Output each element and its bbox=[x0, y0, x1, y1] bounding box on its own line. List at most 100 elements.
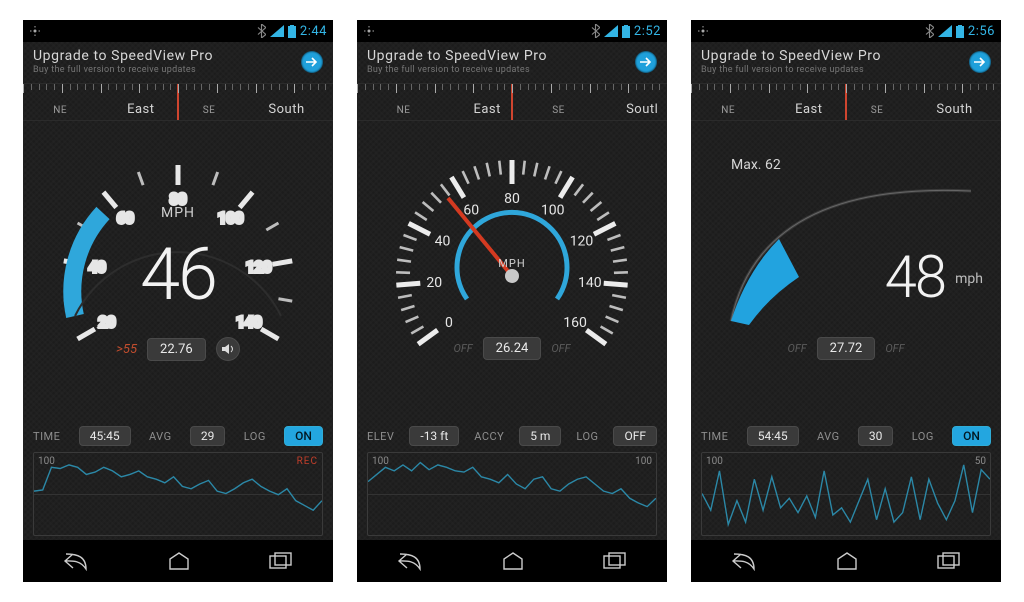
upgrade-banner[interactable]: Upgrade to SpeedView Pro Buy the full ve… bbox=[691, 42, 1001, 79]
unit-label: mph bbox=[955, 271, 983, 287]
odometer-pill[interactable]: 27.72 bbox=[817, 337, 876, 360]
svg-text:0: 0 bbox=[445, 315, 453, 331]
android-status-bar: 2:52 bbox=[357, 20, 667, 42]
off-right-ghost: OFF bbox=[551, 342, 570, 355]
svg-text:160: 160 bbox=[563, 315, 587, 331]
odometer-pill[interactable]: 22.76 bbox=[147, 338, 206, 361]
svg-text:60: 60 bbox=[117, 209, 134, 227]
horn-icon[interactable] bbox=[216, 337, 240, 361]
bluetooth-icon bbox=[257, 24, 266, 38]
speedometer-gauge[interactable]: 20406080100120140 MPH 46 >55 22.76 bbox=[23, 121, 333, 422]
speed-history-chart[interactable]: 100 100 bbox=[367, 452, 657, 536]
stat-a-value[interactable]: 45:45 bbox=[79, 426, 131, 446]
stat-b-value[interactable]: 5 m bbox=[519, 426, 561, 446]
stat-b-label: ACCY bbox=[474, 430, 504, 443]
battery-icon bbox=[622, 25, 630, 38]
battery-icon bbox=[956, 25, 964, 38]
nav-home-button[interactable] bbox=[502, 551, 524, 571]
phone-screenshot-3: 2:56 Upgrade to SpeedView Pro Buy the fu… bbox=[691, 20, 1001, 582]
upgrade-subtitle: Buy the full version to receive updates bbox=[33, 65, 213, 75]
nav-home-button[interactable] bbox=[836, 551, 858, 571]
svg-text:140: 140 bbox=[578, 275, 602, 291]
compass-label: South bbox=[936, 102, 972, 117]
nav-back-button[interactable] bbox=[397, 551, 423, 571]
compass-label: SE bbox=[552, 105, 565, 116]
stat-a-value[interactable]: 54:45 bbox=[747, 426, 799, 446]
svg-text:80: 80 bbox=[504, 191, 520, 207]
off-left-ghost: OFF bbox=[788, 342, 807, 355]
speed-history-chart[interactable]: 100 50 bbox=[701, 452, 991, 536]
speedometer-gauge[interactable]: 020406080100120140160 MPH OFF 26.24 OFF bbox=[357, 121, 667, 422]
upgrade-subtitle: Buy the full version to receive updates bbox=[367, 65, 547, 75]
log-toggle[interactable]: OFF bbox=[613, 426, 657, 446]
signal-icon bbox=[270, 25, 284, 37]
gps-icon bbox=[363, 25, 375, 37]
nav-recent-button[interactable] bbox=[269, 552, 293, 570]
stat-a-value[interactable]: -13 ft bbox=[409, 426, 459, 446]
android-status-bar: 2:56 bbox=[691, 20, 1001, 42]
signal-icon bbox=[604, 25, 618, 37]
speedometer-gauge[interactable]: Max. 62 48 mph OFF 27.72 OFF bbox=[691, 121, 1001, 422]
upgrade-title: Upgrade to SpeedView Pro bbox=[367, 48, 547, 64]
stat-c-label: LOG bbox=[244, 430, 266, 443]
svg-text:120: 120 bbox=[570, 234, 594, 250]
compass-strip[interactable]: NEEastSESouth bbox=[23, 83, 333, 121]
android-status-bar: 2:44 bbox=[23, 20, 333, 42]
upgrade-title: Upgrade to SpeedView Pro bbox=[701, 48, 881, 64]
status-clock: 2:56 bbox=[968, 24, 995, 39]
stats-row: TIME 54:45 AVG 30 LOG ON bbox=[691, 422, 1001, 452]
signal-icon bbox=[938, 25, 952, 37]
nav-recent-button[interactable] bbox=[603, 552, 627, 570]
svg-text:140: 140 bbox=[236, 313, 261, 331]
stats-row: TIME 45:45 AVG 29 LOG ON bbox=[23, 422, 333, 452]
odometer-pill[interactable]: 26.24 bbox=[483, 337, 542, 360]
log-toggle[interactable]: ON bbox=[284, 426, 323, 446]
stat-b-value[interactable]: 29 bbox=[190, 426, 226, 446]
off-right-ghost: OFF bbox=[885, 342, 904, 355]
stat-a-label: TIME bbox=[33, 430, 60, 443]
svg-text:60: 60 bbox=[463, 202, 479, 218]
off-left-ghost: OFF bbox=[454, 342, 473, 355]
upgrade-go-button[interactable] bbox=[301, 51, 323, 73]
status-clock: 2:52 bbox=[634, 24, 661, 39]
compass-label: Soutl bbox=[626, 102, 658, 117]
unit-label: MPH bbox=[161, 205, 195, 221]
stat-a-label: TIME bbox=[701, 430, 728, 443]
upgrade-go-button[interactable] bbox=[969, 51, 991, 73]
speed-history-chart[interactable]: 100 REC bbox=[33, 452, 323, 536]
svg-text:100: 100 bbox=[218, 209, 243, 227]
compass-label: East bbox=[473, 102, 500, 117]
compass-label: NE bbox=[397, 105, 411, 116]
speed-readout: 46 bbox=[23, 239, 333, 311]
stat-c-label: LOG bbox=[576, 430, 598, 443]
phone-screenshot-1: 2:44 Upgrade to SpeedView Pro Buy the fu… bbox=[23, 20, 333, 582]
unit-label: MPH bbox=[498, 257, 525, 270]
upgrade-title: Upgrade to SpeedView Pro bbox=[33, 48, 213, 64]
compass-label: SE bbox=[203, 105, 216, 116]
nav-back-button[interactable] bbox=[731, 551, 757, 571]
log-toggle[interactable]: ON bbox=[952, 426, 991, 446]
upgrade-banner[interactable]: Upgrade to SpeedView Pro Buy the full ve… bbox=[357, 42, 667, 79]
stat-b-value[interactable]: 30 bbox=[858, 426, 894, 446]
svg-text:20: 20 bbox=[426, 275, 442, 291]
speed-readout: 48 bbox=[885, 249, 945, 307]
compass-strip[interactable]: NE East SE Soutl bbox=[357, 83, 667, 121]
upgrade-subtitle: Buy the full version to receive updates bbox=[701, 65, 881, 75]
compass-label: NE bbox=[721, 105, 735, 116]
speed-threshold: >55 bbox=[116, 342, 137, 357]
svg-text:20: 20 bbox=[99, 313, 116, 331]
compass-label: East bbox=[127, 102, 154, 117]
stat-c-label: LOG bbox=[912, 430, 934, 443]
upgrade-go-button[interactable] bbox=[635, 51, 657, 73]
android-nav-bar bbox=[357, 540, 667, 582]
android-nav-bar bbox=[691, 540, 1001, 582]
compass-label: East bbox=[795, 102, 822, 117]
upgrade-banner[interactable]: Upgrade to SpeedView Pro Buy the full ve… bbox=[23, 42, 333, 79]
compass-strip[interactable]: NEEastSESouth bbox=[691, 83, 1001, 121]
nav-recent-button[interactable] bbox=[937, 552, 961, 570]
nav-home-button[interactable] bbox=[168, 551, 190, 571]
svg-text:100: 100 bbox=[541, 202, 565, 218]
nav-back-button[interactable] bbox=[63, 551, 89, 571]
compass-label: South bbox=[268, 102, 304, 117]
android-nav-bar bbox=[23, 540, 333, 582]
